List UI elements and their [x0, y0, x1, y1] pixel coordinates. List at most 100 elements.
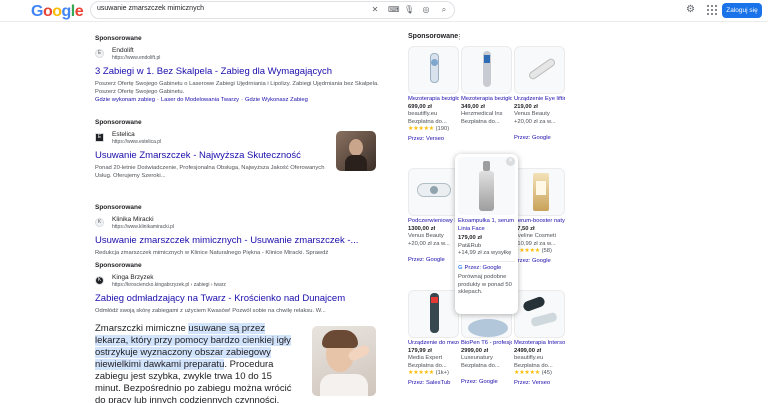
logo-letter: o	[42, 3, 53, 20]
advertiser-name: Estelica	[112, 131, 135, 138]
stars-icon: ★★★★★	[408, 126, 434, 132]
product-image	[408, 290, 459, 338]
login-button[interactable]: Zaloguj się	[722, 3, 762, 18]
shopping-heading: Sponsorowane	[408, 33, 459, 40]
camera-lens-icon[interactable]: ◎	[421, 5, 431, 15]
product-provider[interactable]: Przez: SalesTub	[408, 380, 459, 388]
advertiser-row[interactable]: K Klinika Miracki https://www.klinikamir…	[95, 216, 385, 234]
gear-icon[interactable]: ⚙	[686, 5, 696, 15]
product-shipping: Bezpłatna do...	[408, 118, 447, 125]
product-shipping: Bezpłatna do...	[514, 362, 553, 369]
product-card[interactable]: Urządzenie do mezoterapii 0... 179,99 zł…	[408, 290, 459, 387]
ad-description: Ponad 20-letnie Doświadczenie, Profesjon…	[95, 165, 325, 179]
logo-letter: e	[74, 3, 84, 20]
product-rating: ★★★★★ (45)	[514, 370, 565, 378]
product-seller: beautifly.eu	[514, 355, 544, 361]
ad-title-link[interactable]: Usuwanie Zmarszczek - Najwyższa Skuteczn…	[95, 150, 327, 162]
product-title: Mezoterapia Interso Aura...	[514, 340, 565, 346]
product-popup-card[interactable]: ✕ Ekoampułka 1, serum Linia Face 179,00 …	[455, 154, 518, 314]
product-provider[interactable]: Przez: Verseo	[514, 380, 565, 388]
clear-icon[interactable]: ✕	[370, 5, 380, 15]
product-title[interactable]: Ekoampułka 1, serum Linia Face	[458, 218, 515, 233]
product-card[interactable]: Urządzenie Eye lifting HOME... 219,00 zł…	[514, 46, 565, 143]
microphone-icon[interactable]: 🎙	[404, 5, 414, 15]
apps-grid-icon[interactable]	[707, 5, 717, 15]
product-provider[interactable]: Przez: Google	[514, 258, 565, 266]
advertiser-name: Klinika Miracki	[112, 216, 154, 223]
logo-letter: G	[31, 3, 43, 20]
product-seller: Venus Beauty	[408, 233, 444, 239]
product-image	[408, 168, 459, 216]
ad-url: https://krosciencko.kingabrzyzek.pl › za…	[112, 282, 226, 288]
featured-snippet: Zmarszczki mimiczne usuwane są przez lek…	[95, 323, 300, 403]
product-seller: Pat&Rub	[458, 242, 482, 249]
product-provider[interactable]: Przez: Verseo	[408, 136, 459, 144]
product-provider[interactable]: G Przez: Google	[458, 265, 515, 273]
product-price: 1300,00 zł	[408, 225, 436, 232]
product-card[interactable]: Podczerwieniowy Lifting Twarzy 1300,00 z…	[408, 168, 459, 265]
compare-description: Porównaj podobne produkty w ponad 50 skl…	[458, 274, 512, 295]
ad-title-link[interactable]: 3 Zabiegi w 1. Bez Skalpela - Zabieg dla…	[95, 66, 395, 78]
sitelink[interactable]: Gdzie Wykonasz Zabieg	[245, 97, 308, 103]
product-rating: ★★★★★ (190)	[408, 126, 459, 134]
separator: ·	[156, 97, 159, 103]
advertiser-row[interactable]: K Kinga Brzyzek https://krosciencko.king…	[95, 274, 385, 292]
product-card[interactable]: Mezoterapia Interso Aura... 2499,00 zł b…	[514, 290, 565, 387]
product-shipping: +20,00 zł za w...	[408, 240, 450, 247]
ad-result: Sponsorowane K Klinika Miracki https://w…	[95, 204, 385, 257]
sponsored-label: Sponsorowane	[95, 119, 142, 126]
product-provider[interactable]: Przez: Google	[461, 379, 512, 387]
product-price: 2999,00 zł	[461, 347, 489, 354]
advertiser-row[interactable]: E Estelica https://www.estelica.pl	[95, 131, 327, 149]
product-title: Mezoterapia bezigłowa 6 w...	[461, 96, 512, 102]
product-shipping: Bezpłatna do...	[461, 118, 500, 125]
ad-description: Odmłódź swoją skórę zabiegami z użyciem …	[95, 308, 326, 314]
product-shipping: Bezpłatna do...	[461, 362, 500, 369]
sitelink[interactable]: Gdzie wykonam zabieg	[95, 97, 155, 103]
product-seller: Luxeunatury	[461, 355, 493, 361]
product-shipping: +14,99 zł za wysyłkę	[458, 250, 512, 256]
product-seller: Venus Beauty	[514, 111, 550, 117]
favicon-icon: K	[95, 218, 104, 227]
product-seller: Media Expert	[408, 355, 443, 361]
product-provider[interactable]: Przez: Google	[408, 257, 459, 265]
product-card[interactable]: Mezoterapia bezigłowa 6 w... 349,00 zł H…	[461, 46, 512, 126]
ad-thumbnail-image[interactable]	[336, 131, 376, 171]
stars-icon: ★★★★★	[514, 370, 540, 376]
product-price: 349,00 zł	[461, 103, 485, 110]
product-title: Podczerwieniowy Lifting Twarzy	[408, 218, 459, 224]
product-image	[461, 46, 512, 94]
more-options-icon[interactable]: ⋮	[456, 33, 463, 41]
product-seller: Herzmedical Ins	[461, 111, 503, 117]
product-price: 179,99 zł	[408, 347, 432, 354]
snippet-image[interactable]	[312, 326, 376, 396]
sitelink[interactable]: Laser do Modelowania Twarzy	[161, 97, 239, 103]
provider-label: Przez: Google	[464, 264, 502, 271]
search-input[interactable]: usuwanie zmarszczek mimicznych	[97, 5, 204, 12]
sitelinks: Gdzie wykonam zabieg · Laser do Modelowani…	[95, 97, 395, 103]
ad-url: https://www.endolift.pl	[112, 55, 161, 61]
advertiser-row[interactable]: E Endolift https://www.endolift.pl	[95, 47, 395, 65]
sponsored-label: Sponsorowane	[95, 204, 142, 211]
product-image	[458, 157, 515, 215]
advertiser-name: Kinga Brzyzek	[112, 274, 154, 281]
advertiser-name: Endolift	[112, 47, 134, 54]
product-seller: beautifly.eu	[408, 111, 438, 117]
keyboard-icon[interactable]: ⌨	[388, 5, 400, 15]
google-g-icon: G	[458, 264, 463, 271]
ad-title-link[interactable]: Zabieg odmładzający na Twarz - Krościenk…	[95, 293, 385, 305]
search-box[interactable]: usuwanie zmarszczek mimicznych ✕ ⌨ 🎙 ◎ ⌕	[90, 1, 455, 19]
product-card[interactable]: Serum-booster natychmiasto... 37,50 zł E…	[514, 168, 565, 265]
product-title: Urządzenie do mezoterapii 0...	[408, 340, 459, 346]
stars-icon: ★★★★★	[408, 370, 434, 376]
close-icon[interactable]: ✕	[506, 157, 515, 166]
snippet-text: Zmarszczki mimiczne	[95, 323, 189, 334]
product-rating: ★★★★★ (58)	[514, 248, 565, 256]
review-count: (58)	[541, 248, 552, 254]
google-logo[interactable]: Google	[31, 3, 84, 21]
ad-title-link[interactable]: Usuwanie zmarszczek mimicznych - Usuwani…	[95, 235, 385, 247]
product-card[interactable]: Mezoterapia bezigłowa 8-... 699,00 zł be…	[408, 46, 459, 143]
product-provider[interactable]: Przez: Google	[514, 135, 565, 143]
product-price: 37,50 zł	[514, 225, 535, 232]
search-icon[interactable]: ⌕	[439, 5, 449, 15]
